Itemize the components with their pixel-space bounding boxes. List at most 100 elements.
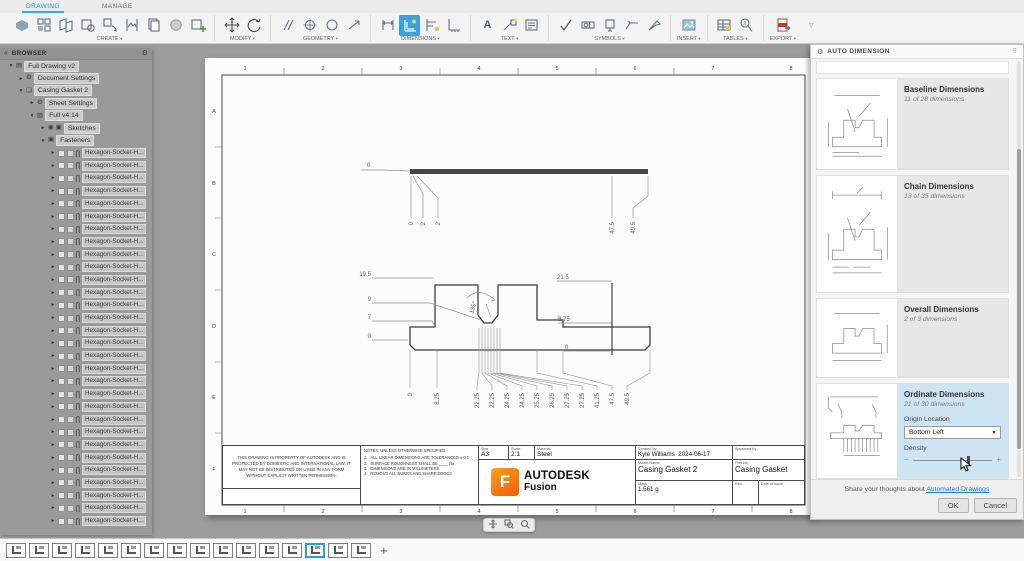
card-overall-dimensions[interactable]: Overall Dimensions 2 of 3 dimensions <box>816 298 1009 378</box>
visibility-checkbox[interactable] <box>58 327 65 334</box>
collapse-panel-icon[interactable]: « <box>4 50 8 57</box>
section-view-icon[interactable] <box>55 15 76 36</box>
browser-fastener-item[interactable]: ▸ Hexagon-Socket-H... <box>0 400 152 413</box>
sheet-tab[interactable] <box>167 543 187 558</box>
browser-fastener-item[interactable]: ▸ Hexagon-Socket-H... <box>0 426 152 439</box>
scrollbar-thumb[interactable] <box>1017 149 1021 449</box>
caret-expanded-icon[interactable]: ▾ <box>18 88 24 94</box>
visibility-checkbox[interactable] <box>58 365 65 372</box>
browser-fastener-item[interactable]: ▸ Hexagon-Socket-H... <box>0 223 152 236</box>
decrease-density-icon[interactable]: − <box>904 456 909 464</box>
browser-fastener-item[interactable]: ▸ Hexagon-Socket-H... <box>0 299 152 312</box>
browser-fastener-item[interactable]: ▸ Hexagon-Socket-H... <box>0 502 152 515</box>
sheet-tab[interactable] <box>144 543 164 558</box>
browser-fastener-item[interactable]: ▸ Hexagon-Socket-H... <box>0 312 152 325</box>
card-chain-dimensions[interactable]: Chain Dimensions 13 of 35 dimensions <box>816 175 1009 293</box>
caret-collapsed-icon[interactable]: ▸ <box>50 518 56 524</box>
sheet-tab[interactable] <box>29 543 49 558</box>
visibility-checkbox[interactable] <box>58 315 65 322</box>
rotate-icon[interactable] <box>243 15 264 36</box>
panel-scrollbar[interactable] <box>1017 61 1021 477</box>
caret-expanded-icon[interactable]: ▾ <box>29 113 35 119</box>
baseline-dimension-icon[interactable] <box>421 15 442 36</box>
zoom-icon[interactable] <box>520 516 530 534</box>
caret-collapsed-icon[interactable]: ▸ <box>50 340 56 346</box>
visibility-checkbox[interactable] <box>58 378 65 385</box>
browser-fastener-item[interactable]: ▸ Hexagon-Socket-H... <box>0 185 152 198</box>
auto-dimension-header[interactable]: ⚙ AUTO DIMENSION ⠿ <box>811 45 1023 59</box>
caret-collapsed-icon[interactable]: ▸ <box>50 505 56 511</box>
browser-item-document-settings[interactable]: ▸ ⚙ Document Settings <box>0 72 152 84</box>
browser-fastener-item[interactable]: ▸ Hexagon-Socket-H... <box>0 515 152 528</box>
caret-collapsed-icon[interactable]: ▸ <box>50 277 56 283</box>
browser-gear-icon[interactable]: ⚙ <box>142 50 148 57</box>
caret-collapsed-icon[interactable]: ▸ <box>50 429 56 435</box>
ok-button[interactable]: OK <box>938 498 969 513</box>
increase-density-icon[interactable]: + <box>996 456 1001 464</box>
sheet-tab[interactable] <box>75 543 95 558</box>
browser-fastener-item[interactable]: ▸ Hexagon-Socket-H... <box>0 477 152 490</box>
auto-dimension-icon[interactable] <box>399 15 420 36</box>
caret-collapsed-icon[interactable]: ▸ <box>50 226 56 232</box>
card-ordinate-dimensions[interactable]: Ordinate Dimensions 21 of 30 dimensions … <box>816 383 1009 479</box>
sheet-tab[interactable] <box>259 543 279 558</box>
surface-finish-icon[interactable] <box>555 15 576 36</box>
caret-collapsed-icon[interactable]: ▸ <box>50 493 56 499</box>
break-view-icon[interactable] <box>121 15 142 36</box>
caret-collapsed-icon[interactable]: ▸ <box>50 175 56 181</box>
sheet-tab[interactable] <box>213 543 233 558</box>
visibility-checkbox[interactable] <box>58 403 65 410</box>
drag-handle-icon[interactable]: ⠿ <box>1013 48 1017 55</box>
visibility-checkbox[interactable] <box>58 238 65 245</box>
browser-fastener-item[interactable]: ▸ Hexagon-Socket-H... <box>0 197 152 210</box>
visibility-checkbox[interactable] <box>58 441 65 448</box>
caret-collapsed-icon[interactable]: ▸ <box>50 163 56 169</box>
visibility-checkbox[interactable] <box>58 416 65 423</box>
visibility-checkbox[interactable] <box>58 264 65 271</box>
group-label-geometry[interactable]: GEOMETRY <box>303 36 334 42</box>
tab-drawing[interactable]: DRAWING <box>22 1 64 12</box>
browser-fastener-item[interactable]: ▸ Hexagon-Socket-H... <box>0 337 152 350</box>
browser-fastener-item[interactable]: ▸ Hexagon-Socket-H... <box>0 147 152 160</box>
origin-location-select[interactable]: Bottom Left ▼ <box>904 426 1001 439</box>
browser-fastener-item[interactable]: ▸ Hexagon-Socket-H... <box>0 324 152 337</box>
edge-symbol-icon[interactable] <box>643 15 664 36</box>
visibility-checkbox[interactable] <box>58 353 65 360</box>
caret-collapsed-icon[interactable]: ▸ <box>50 264 56 270</box>
browser-fastener-item[interactable]: ▸ Hexagon-Socket-H... <box>0 261 152 274</box>
cancel-button[interactable]: Cancel <box>974 498 1017 513</box>
sheet-tab[interactable] <box>121 543 141 558</box>
visibility-checkbox[interactable] <box>58 505 65 512</box>
weld-symbol-icon[interactable] <box>621 15 642 36</box>
browser-fastener-item[interactable]: ▸ Hexagon-Socket-H... <box>0 375 152 388</box>
pan-icon[interactable] <box>488 516 498 534</box>
browser-fastener-item[interactable]: ▸ Hexagon-Socket-H... <box>0 451 152 464</box>
browser-item-sheet-settings[interactable]: ▸ ⚙ Sheet Settings <box>0 97 152 109</box>
caret-collapsed-icon[interactable]: ▸ <box>50 366 56 372</box>
center-mark-icon[interactable] <box>299 15 320 36</box>
note-icon[interactable] <box>521 15 542 36</box>
browser-fastener-item[interactable]: ▸ Hexagon-Socket-H... <box>0 439 152 452</box>
caret-expanded-icon[interactable]: ▾ <box>8 63 14 69</box>
caret-collapsed-icon[interactable]: ▸ <box>50 315 56 321</box>
group-label-insert[interactable]: INSERT <box>677 36 697 42</box>
drawing-sheet[interactable]: 1 2 3 4 5 6 7 8 1 2 3 4 5 6 7 8 A B C D … <box>205 58 817 515</box>
card-baseline-dimensions[interactable]: Baseline Dimensions 11 of 28 dimensions <box>816 78 1009 170</box>
density-slider[interactable]: − + <box>904 456 1001 464</box>
projected-view-icon[interactable] <box>33 15 54 36</box>
table-icon[interactable] <box>714 15 735 36</box>
datum-identifier-icon[interactable] <box>599 15 620 36</box>
toolbar-overflow-icon[interactable]: ▽ <box>809 22 814 29</box>
group-label-tables[interactable]: TABLES <box>723 36 744 42</box>
caret-collapsed-icon[interactable]: ▸ <box>50 201 56 207</box>
visibility-checkbox[interactable] <box>58 340 65 347</box>
base-view-icon[interactable] <box>11 15 32 36</box>
caret-collapsed-icon[interactable]: ▸ <box>50 404 56 410</box>
browser-fastener-item[interactable]: ▸ Hexagon-Socket-H... <box>0 210 152 223</box>
top-view[interactable]: 0 0 2 2 47.5 49.5 <box>361 163 648 234</box>
caret-collapsed-icon[interactable]: ▸ <box>50 214 56 220</box>
visibility-checkbox[interactable] <box>58 454 65 461</box>
visibility-checkbox[interactable] <box>58 492 65 499</box>
browser-fastener-item[interactable]: ▸ Hexagon-Socket-H... <box>0 274 152 287</box>
browser-fastener-item[interactable]: ▸ Hexagon-Socket-H... <box>0 248 152 261</box>
